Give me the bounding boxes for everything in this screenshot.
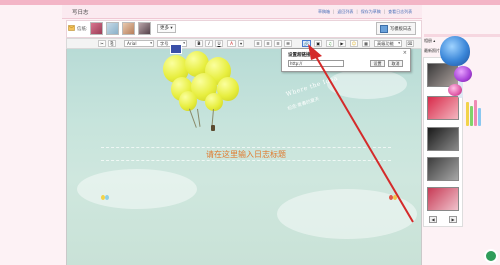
link-confirm-button[interactable]: 设置 (370, 60, 385, 67)
cursor-icon (170, 44, 182, 54)
cloud (77, 169, 197, 209)
link-back-list[interactable]: 返回列表 (337, 9, 353, 15)
cut-button[interactable]: ✂ (98, 40, 106, 47)
balloon-string (189, 108, 197, 128)
template-row (66, 20, 422, 38)
balloon (179, 91, 197, 111)
template-thumb-4[interactable] (138, 22, 151, 35)
template-label: 信纸: (77, 27, 88, 32)
envelope-icon (68, 25, 75, 31)
link-url-input[interactable]: http:// (288, 60, 344, 67)
template-diary-button[interactable]: 写模板日志 (376, 22, 416, 35)
template-thumb-3[interactable] (122, 22, 135, 35)
font-color-button[interactable]: A (227, 40, 236, 47)
top-links: 草稿箱 | 返回列表 | 保存为草稿 | 查看日志列表 (318, 9, 413, 15)
insert-link-button[interactable]: 🔗 (302, 40, 311, 47)
align-center-button[interactable]: ≡ (264, 40, 272, 47)
mushroom-decoration (440, 36, 470, 66)
mushroom-decoration (448, 84, 462, 96)
link-dialog: 设置超链接 × http:// 设置 取消 (281, 48, 411, 72)
bold-button[interactable]: B (195, 40, 203, 47)
photo-thumb[interactable] (427, 127, 459, 151)
link-drafts[interactable]: 草稿箱 (318, 9, 330, 15)
align-right-button[interactable]: ≡ (274, 40, 282, 47)
template-thumb-2[interactable] (106, 22, 119, 35)
underline-button[interactable]: U (215, 40, 223, 47)
more-templates-button[interactable]: 更多 ▾ (157, 24, 176, 33)
copy-button[interactable]: ⎘ (108, 40, 116, 47)
align-left-button[interactable]: ≡ (254, 40, 262, 47)
italic-button[interactable]: I (205, 40, 213, 47)
insert-video-button[interactable]: ▶ (338, 40, 346, 47)
album-label[interactable]: 相册 ▴ (424, 38, 435, 44)
emoticon-button[interactable]: ☺ (350, 40, 358, 47)
feedback-button[interactable] (484, 249, 498, 263)
photo-next-button[interactable]: ▶ (449, 216, 457, 223)
link-view-list[interactable]: 查看日志列表 (388, 9, 412, 15)
cloud (327, 69, 407, 99)
font-color-dropdown[interactable]: ▾ (238, 40, 244, 47)
template-icon (380, 25, 388, 33)
list-button[interactable]: ☰ (284, 40, 292, 47)
side-top-bar (424, 34, 500, 37)
link-cancel-button[interactable]: 取消 (388, 60, 403, 67)
source-toggle-button[interactable]: ⌧ (406, 40, 414, 47)
decorative-script-2: 纪念·青春的夏天 (287, 97, 321, 112)
photo-thumb[interactable] (427, 96, 459, 120)
advanced-features-select[interactable]: 高级功能 ▾ (374, 40, 402, 47)
link-dialog-title: 设置超链接 (288, 53, 311, 58)
font-family-select[interactable]: Arial ▾ (124, 40, 154, 47)
balloon-figure (211, 125, 215, 131)
insert-music-button[interactable]: ♫ (326, 40, 334, 47)
photo-thumb[interactable] (427, 187, 459, 211)
insert-image-button[interactable]: ▣ (314, 40, 322, 47)
close-icon[interactable]: × (403, 50, 407, 56)
butterfly-icon (389, 194, 397, 201)
link-save-draft[interactable]: 保存为草稿 (361, 9, 381, 15)
page-title: 写日志 (72, 10, 89, 16)
diary-title-input[interactable]: 请在这里输入日志标题 (101, 147, 391, 161)
editor-canvas[interactable]: Where the Idea 纪念·青春的夏天 请在这里输入日志标题 (66, 49, 422, 265)
photo-prev-button[interactable]: ◀ (429, 216, 437, 223)
photo-thumb[interactable] (427, 157, 459, 181)
balloon-string (197, 108, 201, 127)
mushroom-decoration (454, 66, 472, 82)
insert-table-button[interactable]: ▦ (362, 40, 370, 47)
template-thumb-1[interactable] (90, 22, 103, 35)
latest-photos-label: 最新照片 (424, 48, 440, 53)
butterfly-icon (101, 194, 109, 201)
